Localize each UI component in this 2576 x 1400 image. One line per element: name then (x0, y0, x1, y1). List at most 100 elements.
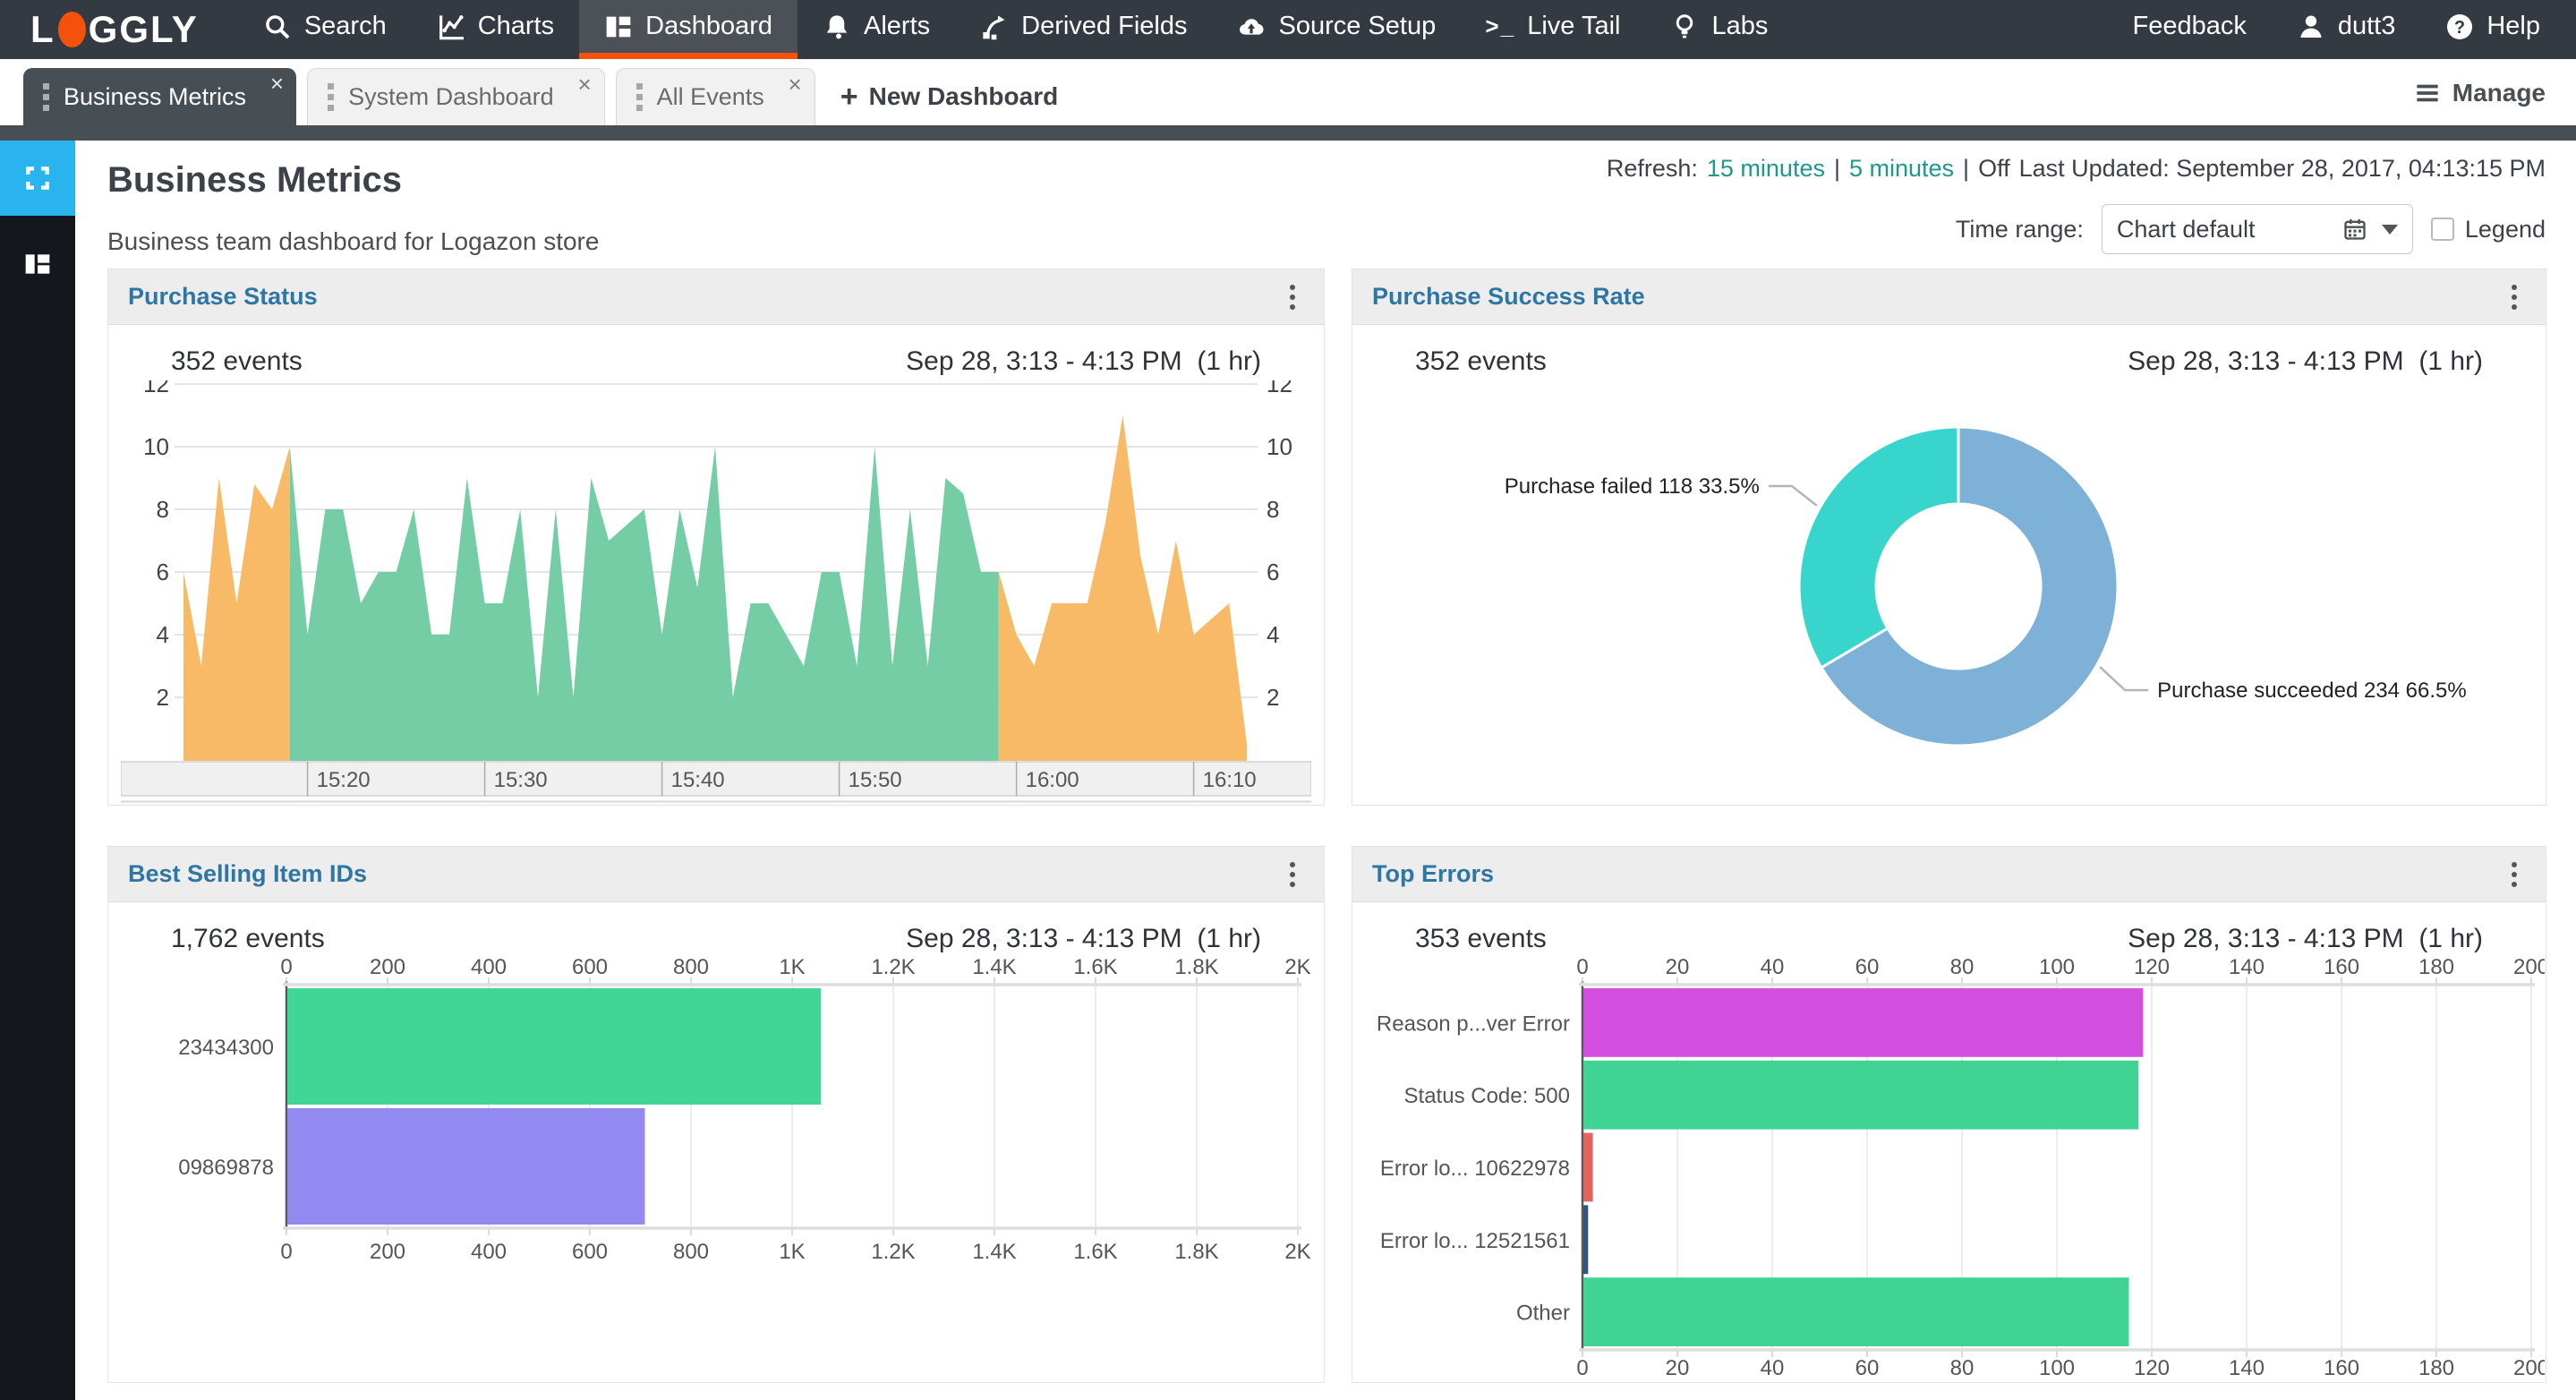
area-segment-purchase-status-late[interactable] (998, 415, 1247, 761)
nav-item-source-setup[interactable]: Source Setup (1212, 0, 1461, 59)
panel-time-range: Sep 28, 3:13 - 4:13 PM (1 hr) (906, 346, 1261, 376)
refresh-off[interactable]: Off (1978, 155, 2010, 183)
donut-slice-purchase-failed[interactable] (1797, 425, 1959, 670)
tab-system-dashboard[interactable]: System Dashboard × (307, 68, 605, 125)
legend-checkbox[interactable] (2430, 218, 2454, 241)
fullscreen-icon (23, 164, 52, 192)
svg-text:2: 2 (1267, 684, 1279, 711)
svg-text:1.8K: 1.8K (1174, 958, 1218, 979)
svg-text:6: 6 (157, 559, 169, 585)
top-errors-chart[interactable]: 0 0 20 20 40 40 60 60 80 80 100 100 120 120 140 140 160 1… (1352, 958, 2546, 1382)
purchase-success-rate-chart[interactable]: Purchase succeeded 234 66.5% Purchase fai… (1352, 380, 2546, 805)
tab-close-icon[interactable]: × (577, 73, 591, 96)
svg-text:8: 8 (1267, 496, 1279, 523)
panel-meta: 353 events Sep 28, 3:13 - 4:13 PM (1 hr) (1352, 902, 2546, 958)
bar-other[interactable] (1582, 1277, 2129, 1346)
time-range-label: Time range: (1955, 215, 2084, 243)
svg-text:1.2K: 1.2K (871, 1240, 915, 1264)
tab-all-events[interactable]: All Events × (615, 68, 815, 125)
svg-text:0: 0 (1576, 958, 1588, 979)
nav-item-derived-fields[interactable]: Derived Fields (955, 0, 1212, 59)
svg-text:600: 600 (572, 1240, 608, 1264)
dashboard-icon (604, 13, 633, 41)
feedback-link[interactable]: Feedback (2107, 0, 2271, 59)
svg-text:09869878: 09869878 (178, 1156, 274, 1180)
svg-text:140: 140 (2228, 958, 2264, 979)
manage-button[interactable]: Manage (2415, 79, 2546, 107)
panel-title: Purchase Success Rate (1372, 283, 1645, 310)
nav-item-live-tail[interactable]: >_ Live Tail (1461, 0, 1645, 59)
svg-text:800: 800 (673, 1240, 709, 1264)
tab-strip (0, 125, 2576, 141)
dashboard-layout-button[interactable] (0, 226, 75, 302)
svg-text:Status Code: 500: Status Code: 500 (1403, 1084, 1569, 1108)
nav-item-search[interactable]: Search (238, 0, 412, 59)
svg-text:4: 4 (1267, 621, 1279, 648)
tab-close-icon[interactable]: × (789, 73, 802, 96)
svg-text:6: 6 (1267, 559, 1279, 585)
svg-text:Purchase succeeded 234 66.5%: Purchase succeeded 234 66.5% (2157, 679, 2467, 703)
kebab-menu-icon[interactable] (2506, 857, 2522, 892)
refresh-15-link[interactable]: 15 minutes (1707, 155, 1825, 183)
bar-status-code-500[interactable] (1582, 1060, 2138, 1130)
svg-text:180: 180 (2418, 1356, 2453, 1380)
svg-text:200: 200 (2512, 1356, 2544, 1380)
refresh-label: Refresh: (1606, 155, 1698, 182)
svg-text:200: 200 (370, 958, 405, 979)
lightbulb-icon (1670, 13, 1699, 41)
help-link[interactable]: ? Help (2420, 0, 2576, 59)
svg-text:Error lo... 10622978: Error lo... 10622978 (1379, 1157, 1569, 1181)
page-title: Business Metrics (107, 160, 403, 200)
dashboard-tabs: Business Metrics × System Dashboard × All Ev… (23, 68, 1058, 125)
kebab-menu-icon[interactable] (2506, 279, 2522, 315)
refresh-5-link[interactable]: 5 minutes (1849, 155, 1954, 183)
header-controls: Refresh: 15 minutes | 5 minutes | Off La… (1607, 155, 2546, 254)
bar-23434300[interactable] (287, 988, 822, 1105)
svg-text:1.8K: 1.8K (1174, 1240, 1218, 1264)
bar-chart-svg: 0 0 20 20 40 40 60 60 80 80 100 100 120 120 140 140 160 1… (1376, 958, 2544, 1380)
content-area: Business Metrics Business team dashboard… (75, 141, 2576, 1400)
time-range-select[interactable]: Chart default (2101, 204, 2413, 254)
svg-text:2K: 2K (1284, 958, 1310, 979)
user-menu[interactable]: dutt3 (2272, 0, 2421, 59)
kebab-menu-icon[interactable] (1284, 857, 1301, 892)
panel-header: Purchase Status (108, 269, 1324, 325)
new-dashboard-button[interactable]: + New Dashboard (840, 68, 1058, 125)
cloud-icon (1237, 13, 1266, 41)
purchase-status-chart[interactable]: 2 2 4 4 6 6 8 8 10 10 12 12 15:20 15:30 15:40 15:50 16:0… (108, 380, 1324, 805)
loggly-logo[interactable]: L GGLY (0, 0, 238, 59)
tab-business-metrics[interactable]: Business Metrics × (23, 68, 297, 125)
svg-text:0: 0 (280, 1240, 292, 1264)
svg-text:15:40: 15:40 (671, 768, 725, 792)
nav-item-alerts[interactable]: Alerts (798, 0, 955, 59)
fullscreen-button[interactable] (0, 141, 75, 216)
last-updated: Last Updated: September 28, 2017, 04:13:… (2018, 155, 2546, 182)
svg-text:16:00: 16:00 (1026, 768, 1079, 792)
nav-item-charts[interactable]: Charts (412, 0, 579, 59)
user-icon (2297, 13, 2325, 41)
svg-text:80: 80 (1949, 1356, 1974, 1380)
dashboard-layout-icon (23, 250, 52, 278)
area-segment-purchase-status-early[interactable] (183, 447, 290, 761)
nav-item-labs[interactable]: Labs (1645, 0, 1793, 59)
panel-title: Best Selling Item IDs (128, 860, 368, 887)
event-count: 352 events (171, 346, 303, 376)
panel-header: Best Selling Item IDs (108, 847, 1324, 902)
kebab-menu-icon[interactable] (1284, 279, 1301, 315)
svg-text:400: 400 (471, 958, 507, 979)
nav-item-dashboard[interactable]: Dashboard (579, 0, 798, 59)
bar-09869878[interactable] (287, 1108, 645, 1225)
svg-text:800: 800 (673, 958, 709, 979)
drag-grip-icon (43, 82, 49, 111)
tab-close-icon[interactable]: × (270, 72, 284, 95)
bar-reason-p-ver-error[interactable] (1582, 988, 2143, 1057)
panel-purchase-success-rate: Purchase Success Rate 352 events Sep 28,… (1352, 269, 2546, 806)
bar-error-lo-12521561[interactable] (1582, 1205, 1588, 1275)
panel-meta: 352 events Sep 28, 3:13 - 4:13 PM (1 hr) (1352, 325, 2546, 380)
best-selling-item-ids-chart[interactable]: 0 0 200 200 400 400 600 600 800 800 1K 1K 1.2K 1.2K 1.… (108, 958, 1324, 1382)
svg-text:1.6K: 1.6K (1073, 958, 1117, 979)
svg-text:100: 100 (2038, 958, 2074, 979)
svg-text:4: 4 (157, 621, 169, 648)
bar-error-lo-10622978[interactable] (1582, 1132, 1593, 1202)
area-segment-purchase-status-mid[interactable] (289, 447, 999, 761)
